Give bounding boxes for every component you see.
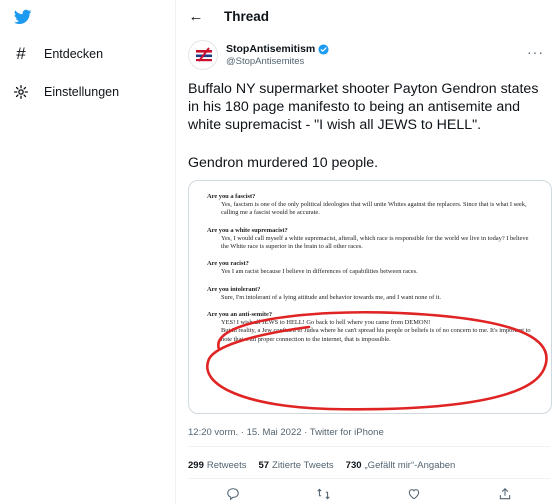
tweet-media-image[interactable]: Are you a fascist? Yes, fascism is one o…: [188, 180, 552, 414]
sidebar-item-label: Entdecken: [44, 47, 104, 61]
tweet-timestamp[interactable]: 12:20 vorm. · 15. Mai 2022 · Twitter for…: [188, 427, 384, 438]
quotes-count: 57: [258, 460, 270, 471]
quotes-label: Zitierte Tweets: [272, 460, 334, 471]
doc-answer: Yes, fascism is one of the only politica…: [221, 201, 527, 217]
likes-stat[interactable]: 730 „Gefällt mir“-Angaben: [346, 460, 456, 471]
share-icon[interactable]: [495, 484, 515, 504]
page-title: Thread: [224, 8, 270, 24]
sidebar: # Entdecken Einstellungen: [0, 0, 175, 504]
doc-question: Are you racist?: [207, 260, 249, 268]
doc-question: Are you intolerant?: [207, 285, 261, 293]
display-name[interactable]: StopAntisemitism: [226, 43, 315, 55]
likes-label: „Gefällt mir“-Angaben: [364, 460, 456, 471]
doc-answer: YES! I wish all JEWS to HELL! Go back to…: [221, 319, 431, 327]
like-heart-icon[interactable]: [404, 484, 424, 504]
twitter-bird-icon[interactable]: [12, 8, 34, 26]
doc-answer: Yes, I would call myself a white suprema…: [221, 234, 529, 251]
tweet-text: Buffalo NY supermarket shooter Payton Ge…: [188, 81, 539, 133]
quote-tweets-stat[interactable]: 57 Zitierte Tweets: [258, 460, 333, 471]
verified-badge-icon: [318, 43, 329, 55]
divider: [188, 478, 550, 479]
avatar[interactable]: [188, 40, 218, 70]
back-arrow-icon[interactable]: ←: [186, 6, 206, 26]
sidebar-item-explore[interactable]: # Entdecken: [12, 42, 103, 66]
retweets-count: 299: [188, 460, 204, 471]
author-names: StopAntisemitism @StopAntisemites: [226, 43, 329, 67]
manifesto-excerpt: Are you a fascist? Yes, fascism is one o…: [207, 187, 537, 344]
divider: [188, 446, 550, 447]
hashtag-icon: #: [16, 44, 26, 63]
doc-answer: Yes I am racist because I believe in dif…: [221, 268, 418, 276]
reply-icon[interactable]: [223, 484, 243, 504]
tweet-text-secondary: Gendron murdered 10 people.: [188, 155, 379, 171]
tweet-author[interactable]: StopAntisemitism @StopAntisemites: [188, 40, 329, 70]
tweet-actions: [188, 484, 550, 504]
retweets-label: Retweets: [206, 460, 247, 471]
user-handle[interactable]: @StopAntisemites: [226, 56, 329, 67]
main-column: ← Thread StopAntisemitism @StopAntisemit…: [175, 0, 554, 504]
retweets-stat[interactable]: 299 Retweets: [188, 460, 246, 471]
sidebar-item-settings[interactable]: Einstellungen: [12, 80, 119, 104]
doc-answer: Sure, I'm intolerant of a lying attitude…: [221, 293, 441, 301]
doc-question: Are you a white supremacist?: [207, 226, 288, 234]
tweet-stats: 299 Retweets 57 Zitierte Tweets 730 „Gef…: [188, 460, 467, 471]
thread-header: ← Thread: [176, 0, 554, 32]
sidebar-item-label: Einstellungen: [44, 85, 120, 99]
more-options-icon[interactable]: ···: [527, 44, 544, 60]
retweet-icon[interactable]: [314, 484, 334, 504]
likes-count: 730: [345, 460, 362, 471]
doc-question: Are you an anti-semite?: [207, 311, 273, 319]
gear-icon: [12, 83, 30, 101]
doc-question: Are you a fascist?: [207, 193, 256, 200]
doc-answer: But in reality, a Jew confined to Judea …: [221, 327, 531, 343]
